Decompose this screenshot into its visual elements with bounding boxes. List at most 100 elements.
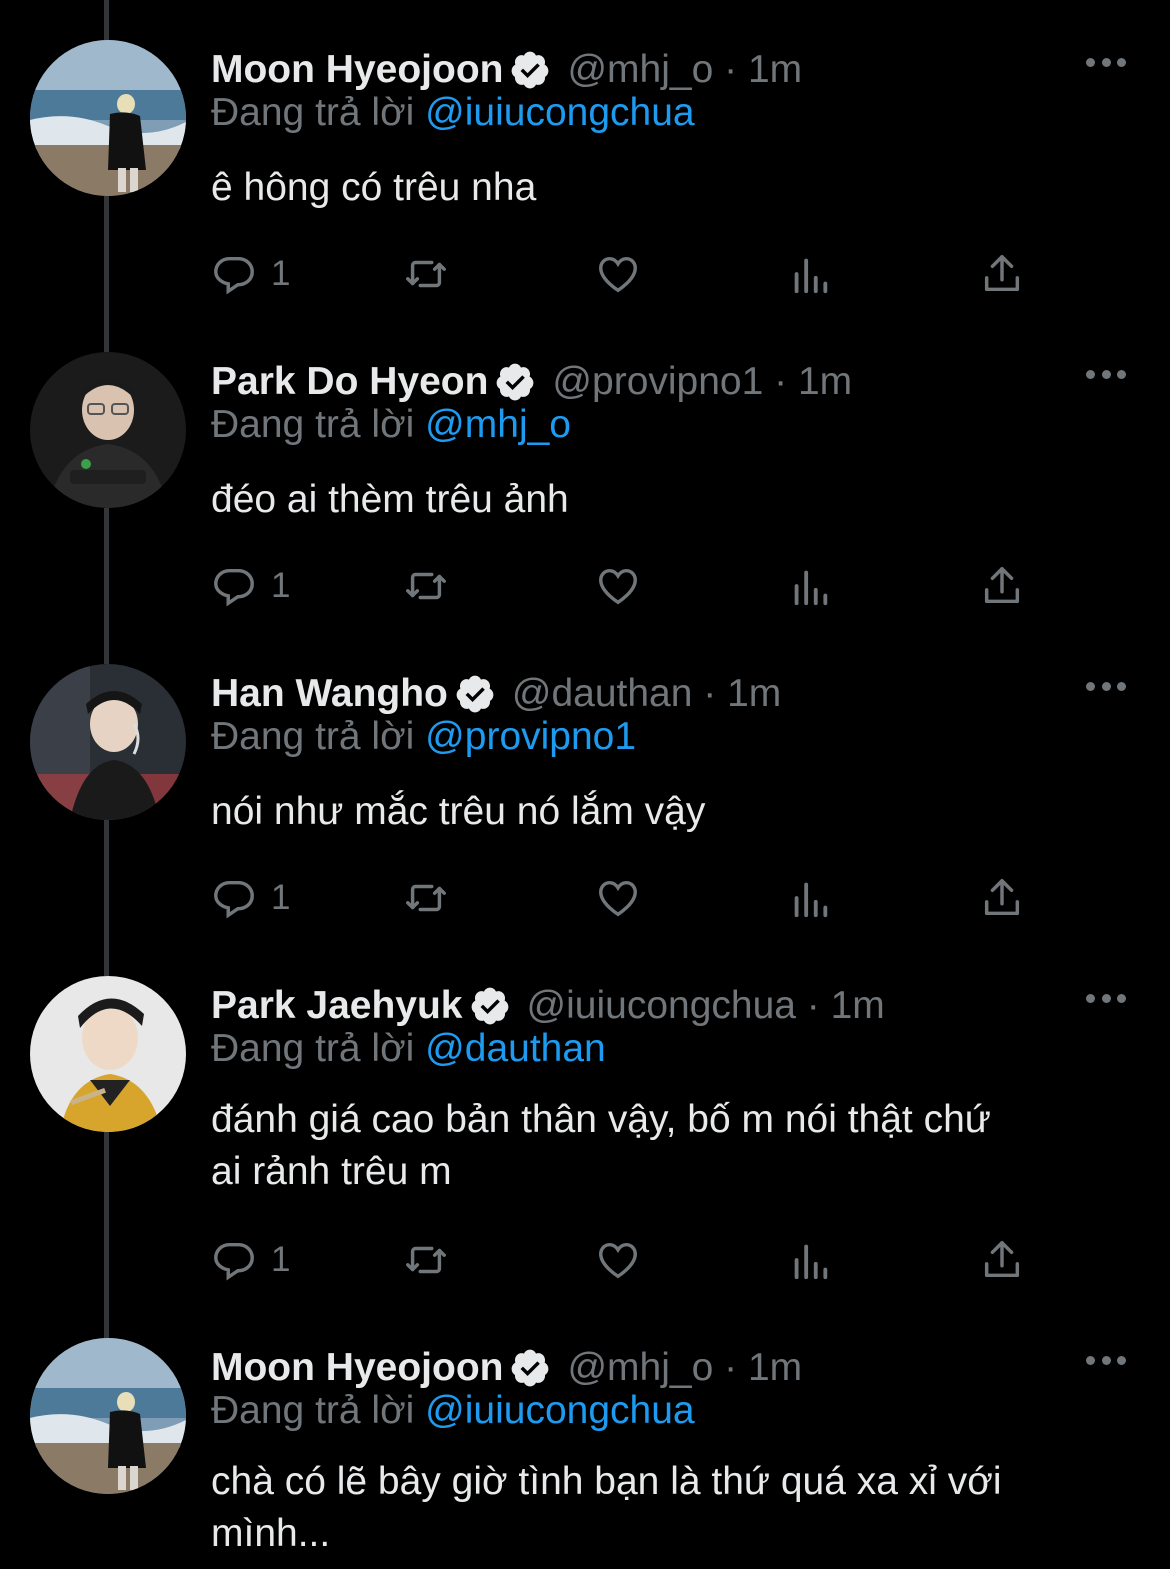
like-button[interactable] [595, 1234, 641, 1286]
thread-line [104, 0, 109, 40]
like-icon [599, 1242, 637, 1279]
views-icon [794, 1244, 828, 1280]
like-icon [599, 880, 637, 917]
more-icon[interactable] [1086, 1340, 1126, 1380]
more-icon[interactable] [1086, 42, 1126, 82]
reply-button[interactable]: 1 [211, 248, 290, 300]
action-bar: 1 [211, 1234, 1061, 1286]
tweet-text-line: đánh giá cao bản thân vậy, bố m nói thật… [211, 1098, 991, 1141]
share-button[interactable] [979, 872, 1025, 924]
verified-badge-icon [456, 675, 494, 713]
avatar[interactable] [30, 1338, 186, 1494]
reply-icon [214, 568, 254, 607]
reply-count: 1 [271, 878, 291, 917]
share-icon [984, 1241, 1020, 1278]
reply-button[interactable]: 1 [211, 1234, 290, 1286]
thread-line [104, 508, 109, 664]
reply-prefix: Đang trả lời [211, 715, 415, 758]
like-button[interactable] [595, 872, 641, 924]
retweet-icon [406, 572, 446, 600]
like-icon [599, 568, 637, 605]
display-name[interactable]: Park Do Hyeon [211, 360, 488, 404]
share-icon [984, 255, 1020, 292]
action-bar: 1 [211, 560, 1061, 612]
more-icon[interactable] [1086, 354, 1126, 394]
retweet-button[interactable] [403, 872, 449, 924]
action-bar: 1 [211, 872, 1061, 924]
retweet-button[interactable] [403, 1234, 449, 1286]
display-name[interactable]: Park Jaehyuk [211, 984, 463, 1028]
reply-button[interactable]: 1 [211, 560, 290, 612]
tweet-text: chà có lẽ bây giờ tình bạn là thứ quá xa… [211, 1456, 1111, 1560]
reply-button[interactable]: 1 [211, 872, 290, 924]
reply-icon [214, 880, 254, 919]
display-name[interactable]: Moon Hyeojoon [211, 48, 503, 92]
replying-to: Đang trả lời @mhj_o [211, 400, 571, 450]
reply-count: 1 [271, 566, 291, 605]
reply-icon [214, 1242, 254, 1281]
reply-prefix: Đang trả lời [211, 91, 415, 134]
replying-to: Đang trả lời @iuiucongchua [211, 88, 695, 138]
retweet-button[interactable] [403, 248, 449, 300]
replying-to: Đang trả lời @provipno1 [211, 712, 636, 762]
reply-prefix: Đang trả lời [211, 403, 415, 446]
share-button[interactable] [979, 560, 1025, 612]
handle-and-time[interactable]: @provipno1 · 1m [552, 360, 852, 404]
thread-line [104, 820, 109, 976]
more-icon[interactable] [1086, 666, 1126, 706]
tweet-text: đánh giá cao bản thân vậy, bố m nói thật… [211, 1094, 1111, 1198]
like-icon [599, 256, 637, 293]
mention-link[interactable]: @mhj_o [425, 403, 571, 446]
share-icon [984, 567, 1020, 604]
more-icon[interactable] [1086, 978, 1126, 1018]
replying-to: Đang trả lời @dauthan [211, 1024, 606, 1074]
mention-link[interactable]: @dauthan [425, 1027, 606, 1070]
tweet-text: nói như mắc trêu nó lắm vậy [211, 790, 706, 833]
tweet-text: ê hông có trêu nha [211, 166, 537, 209]
reply-count: 1 [271, 1240, 291, 1279]
views-icon [794, 882, 828, 918]
reply-prefix: Đang trả lời [211, 1389, 415, 1432]
tweet-text-line: mình... [211, 1512, 331, 1555]
retweet-button[interactable] [403, 560, 449, 612]
like-button[interactable] [595, 248, 641, 300]
verified-badge-icon [512, 51, 549, 89]
views-icon [794, 258, 828, 294]
handle-and-time[interactable]: @dauthan · 1m [512, 672, 781, 716]
views-icon [794, 570, 828, 606]
mention-link[interactable]: @iuiucongchua [425, 91, 694, 134]
views-button[interactable] [787, 560, 833, 612]
reply-count: 1 [271, 254, 291, 293]
views-button[interactable] [787, 872, 833, 924]
verified-badge-icon [471, 987, 508, 1025]
retweet-icon [406, 884, 446, 912]
mention-link[interactable]: @provipno1 [425, 715, 636, 758]
avatar[interactable] [30, 976, 186, 1132]
retweet-icon [406, 260, 446, 288]
share-button[interactable] [979, 1234, 1025, 1286]
display-name[interactable]: Han Wangho [211, 672, 448, 716]
views-button[interactable] [787, 248, 833, 300]
handle-and-time[interactable]: @mhj_o · 1m [567, 1346, 802, 1390]
avatar[interactable] [30, 352, 186, 508]
retweet-icon [406, 1246, 446, 1274]
handle-and-time[interactable]: @mhj_o · 1m [567, 48, 802, 92]
reply-icon [214, 256, 254, 295]
display-name[interactable]: Moon Hyeojoon [211, 1346, 503, 1390]
verified-badge-icon [497, 363, 534, 401]
share-icon [984, 879, 1020, 916]
verified-badge-icon [512, 1349, 549, 1387]
tweet-text-line: ai rảnh trêu m [211, 1150, 452, 1193]
replying-to: Đang trả lời @iuiucongchua [211, 1386, 695, 1436]
avatar[interactable] [30, 40, 186, 196]
views-button[interactable] [787, 1234, 833, 1286]
share-button[interactable] [979, 248, 1025, 300]
action-bar: 1 [211, 248, 1061, 300]
avatar[interactable] [30, 664, 186, 820]
tweet-text: đéo ai thèm trêu ảnh [211, 478, 569, 521]
handle-and-time[interactable]: @iuiucongchua · 1m [527, 984, 885, 1028]
tweet-text-line: chà có lẽ bây giờ tình bạn là thứ quá xa… [211, 1460, 1002, 1503]
like-button[interactable] [595, 560, 641, 612]
mention-link[interactable]: @iuiucongchua [425, 1389, 694, 1432]
reply-prefix: Đang trả lời [211, 1027, 415, 1070]
